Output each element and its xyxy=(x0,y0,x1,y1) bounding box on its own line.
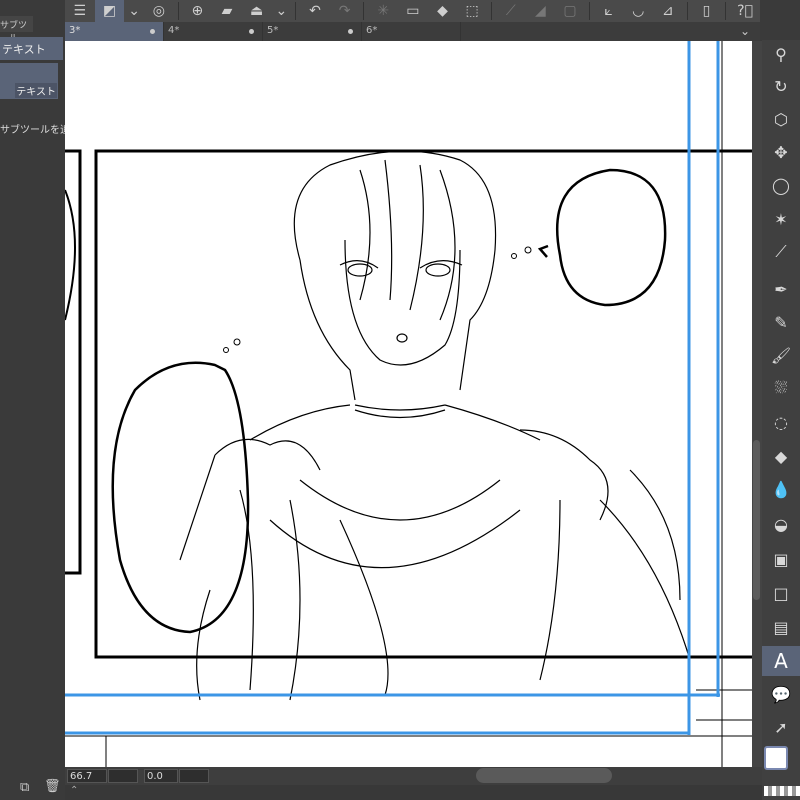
zoom-field[interactable]: 66.7 xyxy=(67,769,107,783)
subtool-item-text[interactable]: テキスト xyxy=(0,63,58,99)
tab-list-chevron-icon[interactable]: ⌄ xyxy=(740,24,750,38)
chevron-down-icon[interactable]: ⌄ xyxy=(271,0,291,22)
vertical-scroll-thumb[interactable] xyxy=(753,440,760,600)
tool-blend-icon[interactable]: 💧 xyxy=(762,474,800,504)
speech-bubble-right xyxy=(537,168,667,307)
tool-eyedropper-icon[interactable]: ⟋ xyxy=(762,237,800,267)
panel-border xyxy=(94,149,752,659)
tool-eraser-icon[interactable]: ◆ xyxy=(762,441,800,471)
new-icon[interactable]: ⊕ xyxy=(183,0,213,22)
save-icon[interactable]: ⏏ xyxy=(242,0,272,22)
guide-lines xyxy=(65,41,720,735)
manga-page-artwork xyxy=(65,41,752,767)
menu-icon[interactable]: ☰ xyxy=(65,0,95,22)
rotation-field[interactable]: 0.0 xyxy=(144,769,178,783)
subtool-group-text[interactable]: テキスト xyxy=(0,37,63,60)
expand-up-icon[interactable]: ⌃ xyxy=(70,785,78,796)
tool-airbrush-icon[interactable]: ⛆ xyxy=(762,373,800,403)
character-lineart xyxy=(179,150,691,701)
subtool-tab[interactable]: サブツール xyxy=(0,16,33,44)
crop-icon[interactable]: ▢ xyxy=(555,0,585,22)
tab-label: 5* xyxy=(267,25,279,36)
tool-frame-icon[interactable]: ▤ xyxy=(762,612,800,642)
subtool-panel: サブツール テキスト テキスト サブツールを追加する ⧉ 🗑 xyxy=(0,0,100,800)
command-bar: ☰ ◩ ⌄ ◎ ⊕ ▰ ⏏ ⌄ ↶ ↷ ✳ ▭ ◆ ⬚ ⟋ ◢ ▢ ⟀ ◡ ⊿ … xyxy=(65,0,760,22)
tool-rotate-icon[interactable]: ↻ xyxy=(762,71,800,101)
tool-lasso-icon[interactable]: ◯ xyxy=(762,170,800,200)
transform-icon[interactable]: ⬚ xyxy=(457,0,487,22)
open-icon[interactable]: ▰ xyxy=(212,0,242,22)
tool-move-icon[interactable]: ✥ xyxy=(762,137,800,167)
undo-icon[interactable]: ↶ xyxy=(300,0,330,22)
tab-label: 6* xyxy=(366,25,378,36)
zoom-slider[interactable] xyxy=(108,769,138,783)
tool-text-icon[interactable]: A xyxy=(762,646,800,676)
special-ruler-icon[interactable]: ⊿ xyxy=(653,0,683,22)
tool-zoom-icon[interactable]: ⚲ xyxy=(762,39,800,69)
tab-3[interactable]: 3* xyxy=(65,22,164,41)
tool-pen-icon[interactable]: ✒ xyxy=(762,274,800,304)
spiral-icon[interactable]: ◎ xyxy=(144,0,174,22)
ruler-icon[interactable]: ⟀ xyxy=(594,0,624,22)
trash-icon[interactable]: 🗑 xyxy=(44,779,61,794)
document-tabs: 3* 4* 5* 6* xyxy=(65,22,760,41)
tool-pencil-icon[interactable]: ✎ xyxy=(762,307,800,337)
tool-figure-icon[interactable]: □ xyxy=(762,578,800,608)
tool-gradient-icon[interactable]: ▣ xyxy=(762,544,800,574)
tool-decoration-icon[interactable]: ◌ xyxy=(762,407,800,437)
main-color-swatch[interactable] xyxy=(764,746,788,770)
perspective-icon[interactable]: ◡ xyxy=(623,0,653,22)
chevron-down-icon[interactable]: ⌄ xyxy=(124,0,144,22)
duplicate-icon[interactable]: ⧉ xyxy=(20,780,29,795)
deselect-icon[interactable]: ⟋ xyxy=(496,0,526,22)
horizontal-scroll-thumb[interactable] xyxy=(476,768,612,783)
tool-magic-wand-icon[interactable]: ✶ xyxy=(762,204,800,234)
tool-correct-line-icon[interactable]: ➚ xyxy=(762,712,800,742)
speech-bubble-left xyxy=(111,361,250,634)
tab-4[interactable]: 4* xyxy=(164,22,263,41)
tool-brush-icon[interactable]: 🖌 xyxy=(762,340,800,370)
drawing-canvas[interactable] xyxy=(65,41,752,767)
tool-palette: ⚲ ↻ ⬡ ✥ ◯ ✶ ⟋ ✒ ✎ 🖌 ⛆ ◌ ◆ 💧 ◒ ▣ □ ▤ A 💬 … xyxy=(762,40,800,800)
transparent-color-swatch[interactable] xyxy=(764,786,800,796)
tab-label: 4* xyxy=(168,25,180,36)
subtool-item-label: テキスト xyxy=(15,83,57,98)
rotation-slider[interactable] xyxy=(179,769,209,783)
bottom-bar: ⌃ xyxy=(65,785,762,800)
vertical-scrollbar[interactable] xyxy=(752,41,762,767)
tool-fill-icon[interactable]: ◒ xyxy=(762,509,800,539)
fill-icon[interactable]: ◆ xyxy=(428,0,458,22)
tool-balloon-icon[interactable]: 💬 xyxy=(762,679,800,709)
mask-icon[interactable]: ◢ xyxy=(526,0,556,22)
busy-icon: ✳ xyxy=(377,3,390,19)
tab-label: 3* xyxy=(69,25,81,36)
clear-icon[interactable]: ▭ xyxy=(398,0,428,22)
redo-icon[interactable]: ↷ xyxy=(330,0,360,22)
help-icon[interactable]: ?⃝ xyxy=(730,0,760,22)
selection-icon[interactable]: ◩ xyxy=(94,0,125,22)
tab-5[interactable]: 5* xyxy=(263,22,362,41)
tool-object-icon[interactable]: ⬡ xyxy=(762,104,800,134)
tab-6[interactable]: 6* xyxy=(362,22,461,41)
device-icon[interactable]: ▯ xyxy=(692,0,722,22)
